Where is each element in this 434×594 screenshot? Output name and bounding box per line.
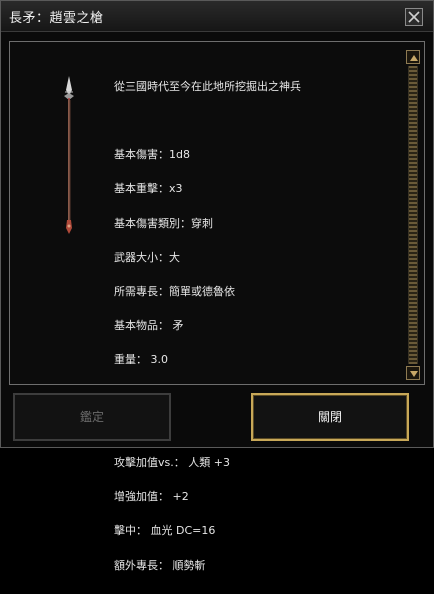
item-description-text: 從三國時代至今在此地所挖掘出之神兵 基本傷害：1d8 基本重擊：x3 基本傷害類… — [114, 58, 301, 594]
scroll-up-button[interactable] — [406, 50, 420, 64]
arrow-up-icon — [410, 55, 418, 61]
spear-icon — [64, 76, 74, 234]
description-line: 增強加值： +2 — [114, 490, 189, 504]
title-bar[interactable]: 長矛：趙雲之槍 — [1, 1, 433, 32]
close-button[interactable]: 關閉 — [251, 393, 409, 441]
description-line: 基本傷害類別：穿刺 — [114, 216, 213, 230]
description-line: 所需專長：簡單或德魯依 — [114, 285, 235, 299]
vertical-scrollbar[interactable] — [406, 50, 420, 380]
description-line: 基本重擊：x3 — [114, 182, 183, 196]
description-line: 擊中： 血光 DC=16 — [114, 524, 216, 538]
close-window-button[interactable] — [405, 8, 423, 26]
item-description-window: 長矛：趙雲之槍 從三國時代至今在此地所挖掘出之神兵 基本傷害：1d8 基本重擊：… — [0, 0, 434, 571]
description-line: 武器大小：大 — [114, 250, 180, 264]
scroll-down-button[interactable] — [406, 366, 420, 380]
scroll-track[interactable] — [408, 66, 418, 364]
description-line: 基本傷害：1d8 — [114, 148, 190, 162]
description-panel: 從三國時代至今在此地所挖掘出之神兵 基本傷害：1d8 基本重擊：x3 基本傷害類… — [9, 41, 425, 571]
description-line: 額外專長： 順勢斬 — [114, 558, 206, 572]
window-title: 長矛：趙雲之槍 — [9, 11, 104, 26]
identify-button[interactable]: 鑑定 — [13, 393, 171, 441]
description-line: 重量： 3.0 — [114, 353, 168, 367]
description-line: 從三國時代至今在此地所挖掘出之神兵 — [114, 79, 301, 93]
scroll-thumb[interactable] — [409, 66, 417, 364]
description-line: 攻擊加值vs.： 人類 +3 — [114, 456, 230, 470]
description-line: 基本物品： 矛 — [114, 319, 184, 333]
arrow-down-icon — [410, 371, 418, 377]
close-icon — [408, 11, 420, 23]
